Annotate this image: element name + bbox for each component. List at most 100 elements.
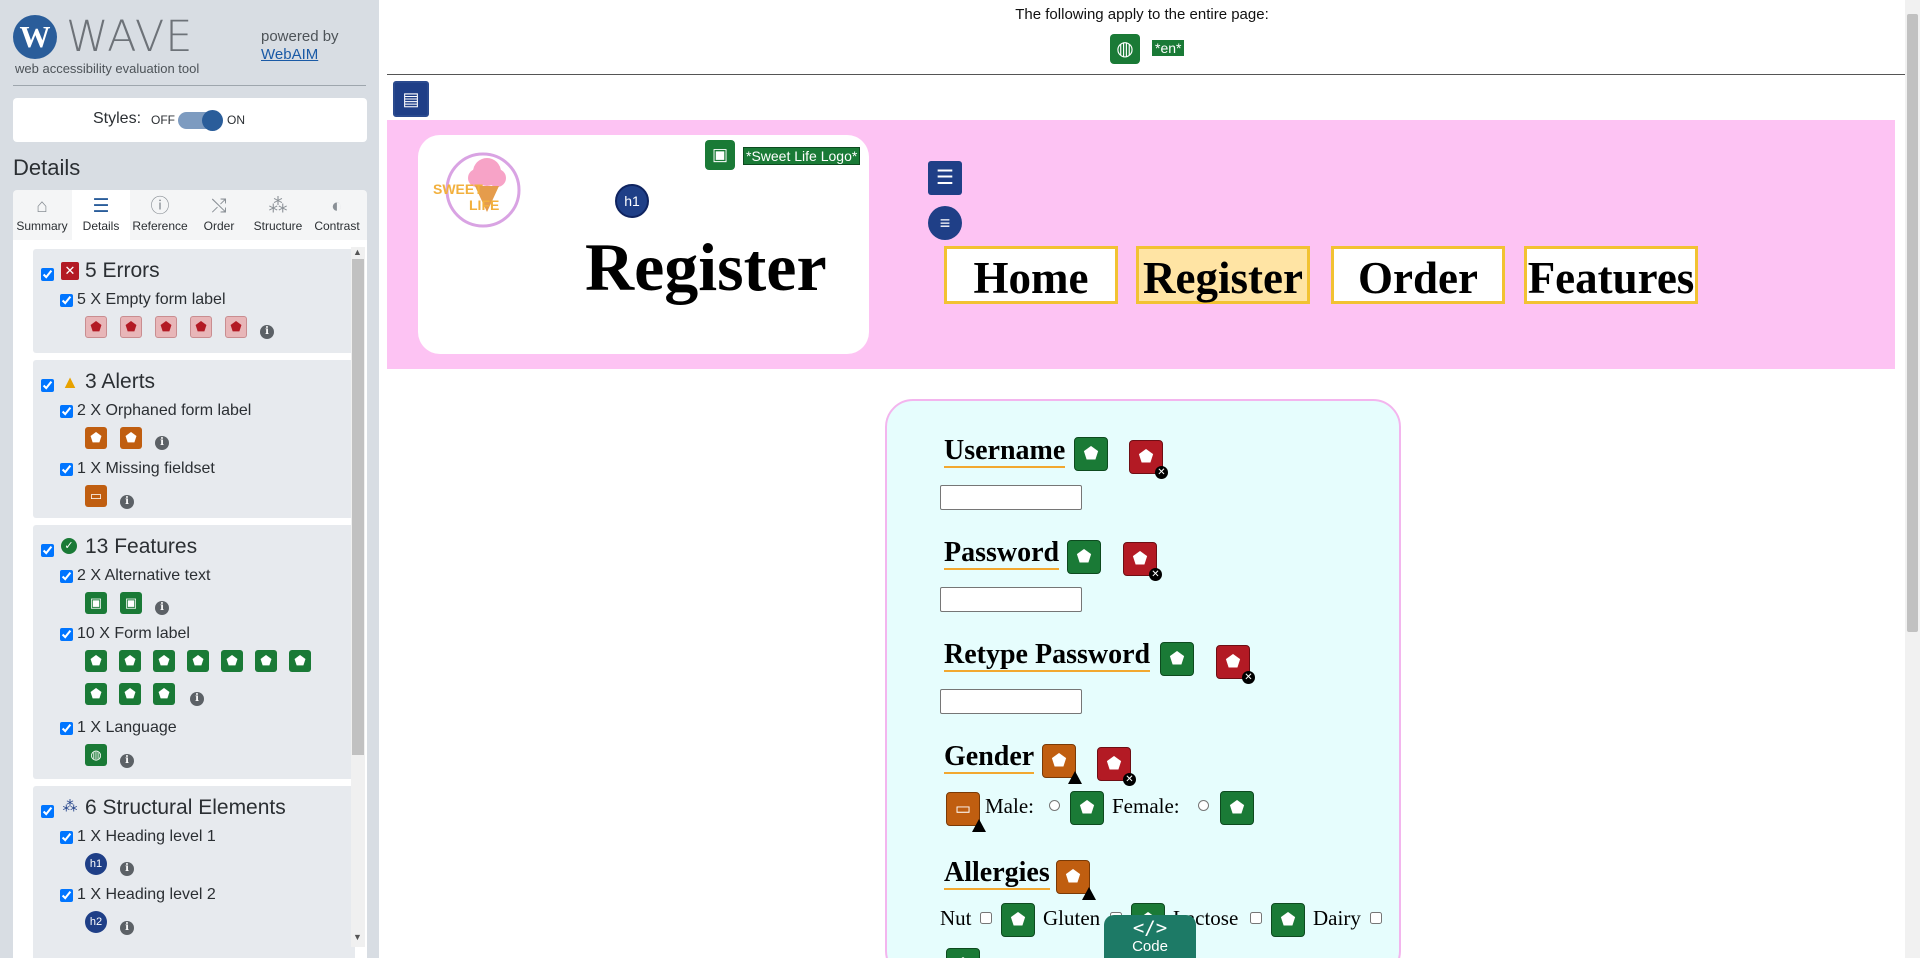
tab-summary[interactable]: ⌂ Summary bbox=[13, 190, 71, 240]
order-icon: ⤭ bbox=[211, 196, 227, 217]
info-icon[interactable]: i bbox=[155, 436, 169, 450]
orphaned-label-title: 2 X Orphaned form label bbox=[77, 402, 252, 419]
alerts-section: ▲ 3 Alerts 2 X Orphaned form label ⬟ ⬟ i… bbox=[33, 360, 355, 518]
empty-label-error-icon[interactable]: ⬟ ✕ bbox=[1123, 542, 1162, 581]
form-label-feature-icon[interactable]: ⬟ bbox=[289, 650, 311, 672]
password-input[interactable] bbox=[940, 587, 1082, 612]
username-input[interactable] bbox=[940, 485, 1082, 510]
tab-contrast[interactable]: ◐ Contrast bbox=[308, 190, 366, 240]
female-radio[interactable] bbox=[1198, 800, 1209, 811]
empty-label-checkbox[interactable] bbox=[60, 294, 73, 307]
orphaned-label-alert-icon[interactable]: ⬟ bbox=[1056, 860, 1096, 900]
home-icon: ⌂ bbox=[36, 196, 48, 217]
scroll-up-arrow-icon[interactable]: ▲ bbox=[353, 247, 362, 257]
list-icon: ☰ bbox=[92, 196, 110, 217]
nav-home[interactable]: Home bbox=[944, 246, 1118, 304]
alerts-checkbox[interactable] bbox=[41, 379, 54, 392]
form-label-feature-icon[interactable]: ⬟ bbox=[119, 650, 141, 672]
code-panel-button[interactable]: </> Code bbox=[1104, 915, 1196, 958]
missing-fieldset-alert-icon[interactable]: ▭ bbox=[85, 485, 107, 507]
alt-text-feature-icon[interactable]: ▣ bbox=[120, 592, 142, 614]
lactose-checkbox[interactable] bbox=[1250, 912, 1262, 924]
nav-order[interactable]: Order bbox=[1331, 246, 1505, 304]
structure-checkbox[interactable] bbox=[41, 805, 54, 818]
form-label-feature-icon[interactable]: ⬟ bbox=[1271, 903, 1305, 937]
nav-register[interactable]: Register bbox=[1136, 246, 1310, 304]
missing-fieldset-checkbox[interactable] bbox=[60, 463, 73, 476]
empty-label-error-icon[interactable]: ⬟ ✕ bbox=[1129, 440, 1168, 479]
form-label-feature-icon[interactable]: ⬟ bbox=[119, 683, 141, 705]
tab-order[interactable]: ⤭ Order bbox=[190, 190, 248, 240]
language-checkbox[interactable] bbox=[60, 722, 73, 735]
header-region-icon[interactable]: ▤ bbox=[393, 81, 429, 117]
empty-label-error-icon[interactable]: ⬟ bbox=[85, 316, 107, 338]
info-icon[interactable]: i bbox=[120, 495, 134, 509]
form-label-feature-icon[interactable]: ⬟ bbox=[153, 650, 175, 672]
sidebar-scrollbar-thumb[interactable] bbox=[352, 259, 364, 755]
info-icon[interactable]: i bbox=[155, 601, 169, 615]
wave-subtitle: web accessibility evaluation tool bbox=[15, 61, 200, 76]
info-icon[interactable]: i bbox=[120, 921, 134, 935]
nut-checkbox[interactable] bbox=[980, 912, 992, 924]
wave-sidebar: W WAVE web accessibility evaluation tool… bbox=[0, 0, 379, 958]
form-label-feature-icon[interactable]: ⬟ bbox=[1070, 791, 1104, 825]
form-label-feature-icon[interactable]: ⬟ bbox=[255, 650, 277, 672]
form-label-feature-icon[interactable]: ⬟ bbox=[1074, 437, 1108, 471]
empty-label-error-icon[interactable]: ⬟ ✕ bbox=[1097, 747, 1136, 786]
form-label-feature-icon[interactable]: ⬟ bbox=[85, 683, 107, 705]
styles-label: Styles: bbox=[93, 110, 142, 127]
empty-label-error-icon[interactable]: ⬟ bbox=[120, 316, 142, 338]
form-label-feature-icon[interactable]: ⬟ bbox=[187, 650, 209, 672]
form-label-feature-icon[interactable]: ⬟ bbox=[85, 650, 107, 672]
page-scrollbar-thumb[interactable] bbox=[1907, 14, 1918, 632]
info-icon[interactable]: i bbox=[120, 862, 134, 876]
form-label-feature-icon[interactable]: ⬟ bbox=[1001, 903, 1035, 937]
errors-title: 5 Errors bbox=[85, 259, 160, 282]
styles-toggle[interactable] bbox=[178, 110, 223, 131]
form-label-feature-icon[interactable]: ⬟ bbox=[1160, 642, 1194, 676]
empty-label-error-icon[interactable]: ⬟ ✕ bbox=[1216, 645, 1255, 684]
h1-structure-icon[interactable]: h1 bbox=[615, 184, 649, 218]
info-icon[interactable]: i bbox=[260, 325, 274, 339]
powered-by: powered by WebAIM bbox=[261, 28, 339, 64]
webaim-link[interactable]: WebAIM bbox=[261, 46, 339, 64]
alt-text-checkbox[interactable] bbox=[60, 570, 73, 583]
missing-fieldset-alert-icon[interactable]: ▭ bbox=[946, 792, 986, 832]
tab-details[interactable]: ☰ Details bbox=[72, 190, 130, 242]
orphaned-label-alert-icon[interactable]: ⬟ bbox=[85, 427, 107, 449]
unordered-list-icon[interactable]: ≡ bbox=[928, 206, 962, 240]
tab-structure[interactable]: ⁂ Structure bbox=[249, 190, 307, 240]
form-label-checkbox[interactable] bbox=[60, 628, 73, 641]
orphaned-label-alert-icon[interactable]: ⬟ bbox=[120, 427, 142, 449]
heading1-checkbox[interactable] bbox=[60, 831, 73, 844]
form-label-feature-icon[interactable]: ⬟ bbox=[221, 650, 243, 672]
male-radio[interactable] bbox=[1049, 800, 1060, 811]
features-checkbox[interactable] bbox=[41, 544, 54, 557]
empty-label-error-icon[interactable]: ⬟ bbox=[190, 316, 212, 338]
alt-text-feature-icon[interactable]: ▣ bbox=[85, 592, 107, 614]
form-label-feature-icon[interactable]: ⬟ bbox=[153, 683, 175, 705]
h2-structure-icon[interactable]: h2 bbox=[85, 911, 107, 933]
structure-section: ⁂ 6 Structural Elements 1 X Heading leve… bbox=[33, 786, 355, 958]
language-feature-icon[interactable]: ◍ bbox=[85, 744, 107, 766]
orphaned-label-alert-icon[interactable]: ⬟ bbox=[1042, 744, 1082, 784]
h1-structure-icon[interactable]: h1 bbox=[85, 853, 107, 875]
info-icon[interactable]: i bbox=[190, 692, 204, 706]
nav-features[interactable]: Features bbox=[1524, 246, 1698, 304]
form-label-feature-icon[interactable]: ⬟ bbox=[1220, 791, 1254, 825]
retype-password-input[interactable] bbox=[940, 689, 1082, 714]
errors-checkbox[interactable] bbox=[41, 268, 54, 281]
tab-reference[interactable]: ⓘ Reference bbox=[131, 190, 189, 240]
info-icon[interactable]: i bbox=[120, 754, 134, 768]
empty-label-error-icon[interactable]: ⬟ bbox=[225, 316, 247, 338]
empty-label-error-icon[interactable]: ⬟ bbox=[155, 316, 177, 338]
navigation-region-icon[interactable]: ☰ bbox=[928, 161, 962, 195]
language-globe-icon[interactable]: ◍ bbox=[1110, 34, 1140, 64]
orphaned-label-checkbox[interactable] bbox=[60, 405, 73, 418]
heading2-checkbox[interactable] bbox=[60, 889, 73, 902]
form-label-feature-icon[interactable]: ⬟ bbox=[946, 948, 980, 958]
form-label-feature-icon[interactable]: ⬟ bbox=[1067, 540, 1101, 574]
dairy-checkbox[interactable] bbox=[1370, 912, 1382, 924]
alt-text-image-icon[interactable]: ▣ bbox=[705, 140, 735, 170]
scroll-down-arrow-icon[interactable]: ▼ bbox=[353, 932, 362, 942]
